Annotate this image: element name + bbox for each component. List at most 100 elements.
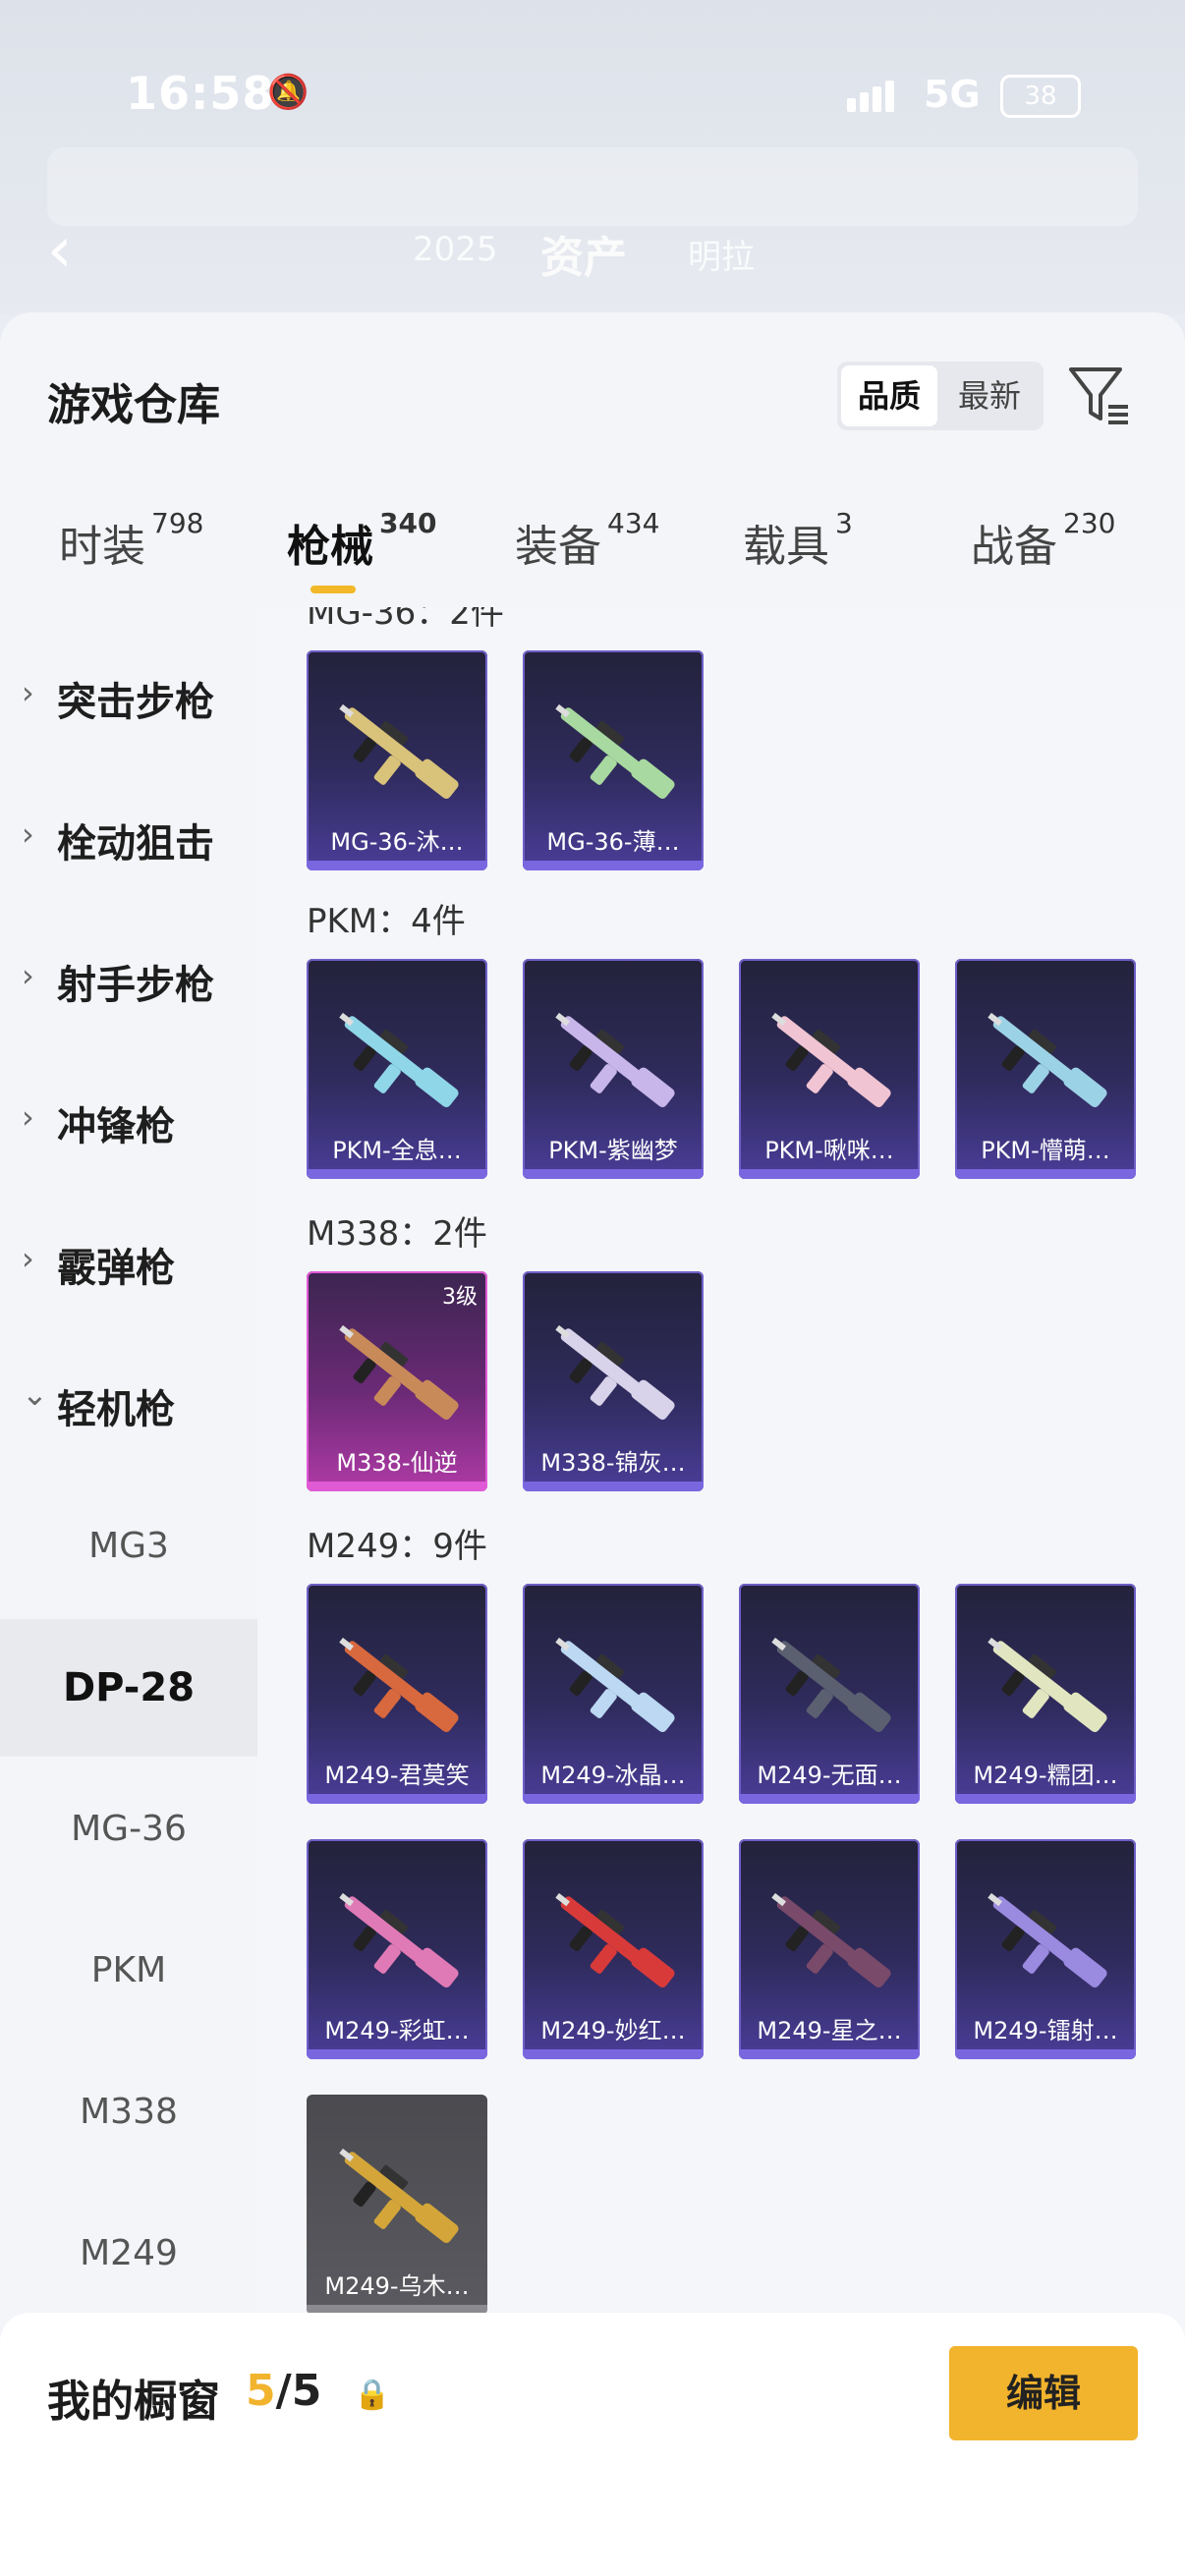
gun-skin-tile[interactable]: M249-乌木… xyxy=(307,2095,487,2315)
rarity-bar xyxy=(523,1169,704,1179)
sort-quality[interactable]: 品质 xyxy=(841,365,937,426)
sidebar-item-marksman-rifle[interactable]: › 射手步枪 xyxy=(0,925,257,1034)
sidebar-sub-m249[interactable]: M249 xyxy=(0,2185,257,2323)
gun-skin-tile[interactable]: M249-糯团… xyxy=(955,1584,1136,1804)
network-type: 5G xyxy=(924,73,981,116)
edit-button[interactable]: 编辑 xyxy=(949,2346,1138,2440)
tab-fashion[interactable]: 时装 798 xyxy=(59,507,203,574)
gun-skin-name: M338-仙逆 xyxy=(336,1449,458,1477)
rarity-bar xyxy=(523,1794,704,1804)
rarity-bar xyxy=(307,1794,487,1804)
sidebar-sub-m338[interactable]: M338 xyxy=(0,2044,257,2181)
sidebar-sub-mg3[interactable]: MG3 xyxy=(0,1478,257,1615)
gun-skin-name: M249-无面… xyxy=(757,1762,902,1789)
gun-type-sidebar: › 突击步枪 › 栓动狙击 › 射手步枪 › 冲锋枪 › 霰弹枪 ⌄ 轻机枪 MG3 DP-… xyxy=(0,607,257,2576)
sidebar-item-bolt-sniper[interactable]: › 栓动狙击 xyxy=(0,784,257,892)
chevron-right-icon: › xyxy=(22,674,34,711)
gun-skin-name: M249-镭射… xyxy=(973,2017,1118,2044)
gun-skin-name: M249-君莫笑 xyxy=(324,1762,470,1789)
active-tab-indicator xyxy=(310,586,356,593)
gun-skin-name: MG-36-薄… xyxy=(546,828,680,856)
rarity-bar xyxy=(739,1794,920,1804)
sidebar-item-shotgun[interactable]: › 霰弹枪 xyxy=(0,1208,257,1316)
background-header: 16:58 🔕 5G 38 ‹ 2025 资产 明拉 xyxy=(0,0,1185,314)
sidebar-sub-pkm[interactable]: PKM xyxy=(0,1902,257,2040)
gun-skin-name: M249-冰晶… xyxy=(540,1762,686,1789)
gun-skin-tile[interactable]: M249-镭射… xyxy=(955,1839,1136,2059)
gun-skin-tile[interactable]: M249-彩虹… xyxy=(307,1839,487,2059)
rarity-bar xyxy=(739,2049,920,2059)
gun-skin-name: PKM-紫幽梦 xyxy=(548,1137,678,1164)
gun-skin-tile[interactable]: PKM-啾咪… xyxy=(739,959,920,1179)
background-text: 2025 xyxy=(413,230,498,269)
rarity-bar xyxy=(523,861,704,870)
warehouse-sheet: 游戏仓库 品质 最新 时装 798 枪械 340 装备 434 载具 3 战备 230 ›… xyxy=(0,312,1185,2576)
tab-supplies[interactable]: 战备 230 xyxy=(971,507,1115,574)
gun-skin-tile[interactable]: MG-36-薄… xyxy=(523,650,704,870)
gun-skin-tile[interactable]: PKM-紫幽梦 xyxy=(523,959,704,1179)
gun-skin-tile[interactable]: M249-无面… xyxy=(739,1584,920,1804)
category-tabs: 时装 798 枪械 340 装备 434 载具 3 战备 230 xyxy=(0,499,1185,607)
background-text: 明拉 xyxy=(688,238,755,277)
background-title: 资产 xyxy=(540,233,627,283)
gun-skin-tile[interactable]: M249-君莫笑 xyxy=(307,1584,487,1804)
gun-skin-name: PKM-全息… xyxy=(332,1137,462,1164)
gun-skin-tile[interactable]: PKM-懵萌… xyxy=(955,959,1136,1179)
gun-skin-name: M249-乌木… xyxy=(324,2272,470,2300)
gun-skin-name: PKM-啾咪… xyxy=(764,1137,894,1164)
chevron-right-icon: › xyxy=(22,957,34,994)
tab-vehicles[interactable]: 载具 3 xyxy=(743,507,853,574)
group-header: M249：9件 xyxy=(307,1527,487,1566)
gun-skin-name: M249-糯团… xyxy=(973,1762,1118,1789)
lock-icon: 🔒 xyxy=(354,2378,391,2412)
group-header: PKM：4件 xyxy=(307,902,466,941)
gun-skin-name: PKM-懵萌… xyxy=(981,1137,1110,1164)
gun-skin-name: M249-妙红… xyxy=(540,2017,686,2044)
group-header: MG-36：2件 xyxy=(307,607,504,633)
gun-skin-name: MG-36-沐… xyxy=(330,828,464,856)
tab-equipment[interactable]: 装备 434 xyxy=(515,507,659,574)
back-icon[interactable]: ‹ xyxy=(47,214,73,287)
tab-guns[interactable]: 枪械 340 xyxy=(287,507,436,574)
gun-skin-tile[interactable]: 3级 M338-仙逆 xyxy=(307,1271,487,1491)
rarity-bar xyxy=(307,861,487,870)
gun-skin-tile[interactable]: M249-星之… xyxy=(739,1839,920,2059)
level-badge: 3级 xyxy=(442,1285,478,1310)
sidebar-sub-dp28[interactable]: DP-28 xyxy=(0,1619,257,1757)
status-time: 16:58 xyxy=(126,67,275,120)
showcase-count: 5/5 xyxy=(246,2366,322,2416)
chevron-right-icon: › xyxy=(22,1098,34,1136)
chevron-right-icon: › xyxy=(22,1240,34,1277)
sort-newest[interactable]: 最新 xyxy=(941,365,1038,426)
gun-grid: MG-36：2件 PKM：4件 M338：2件 M249：9件 MG-36-沐…… xyxy=(257,607,1185,2376)
gun-skin-tile[interactable]: M249-妙红… xyxy=(523,1839,704,2059)
rarity-bar xyxy=(739,1169,920,1179)
rarity-bar xyxy=(307,1169,487,1179)
showcase-label: 我的橱窗 xyxy=(47,2377,220,2427)
battery-icon: 38 xyxy=(1000,75,1081,118)
sidebar-item-lmg[interactable]: ⌄ 轻机枪 xyxy=(0,1350,257,1458)
gun-skin-tile[interactable]: MG-36-沐… xyxy=(307,650,487,870)
sidebar-item-smg[interactable]: › 冲锋枪 xyxy=(0,1067,257,1175)
gun-skin-tile[interactable]: M338-锦灰… xyxy=(523,1271,704,1491)
sidebar-item-assault-rifle[interactable]: › 突击步枪 xyxy=(0,643,257,751)
rarity-bar xyxy=(523,1482,704,1491)
sheet-title: 游戏仓库 xyxy=(47,380,220,430)
gun-skin-name: M249-星之… xyxy=(757,2017,902,2044)
showcase-bar: 我的橱窗 5/5 🔒 编辑 xyxy=(0,2313,1185,2576)
rarity-bar xyxy=(523,2049,704,2059)
rarity-bar xyxy=(307,2049,487,2059)
rarity-bar xyxy=(955,1169,1136,1179)
rarity-bar xyxy=(955,2049,1136,2059)
rarity-bar xyxy=(307,1482,487,1491)
gun-skin-tile[interactable]: M249-冰晶… xyxy=(523,1584,704,1804)
gun-skin-tile[interactable]: PKM-全息… xyxy=(307,959,487,1179)
mute-icon: 🔕 xyxy=(267,73,310,112)
chevron-right-icon: › xyxy=(22,815,34,853)
sidebar-sub-mg36[interactable]: MG-36 xyxy=(0,1761,257,1898)
filter-icon[interactable] xyxy=(1065,362,1134,430)
sort-segment: 品质 最新 xyxy=(837,362,1044,430)
rarity-bar xyxy=(955,1794,1136,1804)
signal-icon xyxy=(847,81,906,114)
gun-skin-name: M249-彩虹… xyxy=(324,2017,470,2044)
